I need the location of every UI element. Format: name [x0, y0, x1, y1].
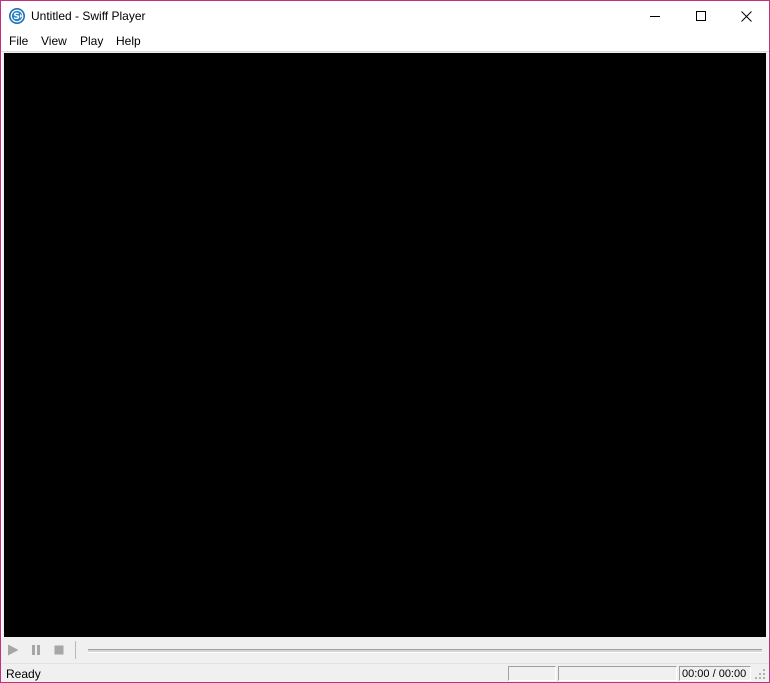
maximize-button[interactable] — [678, 1, 724, 31]
controls-divider — [75, 641, 76, 659]
status-panel-2 — [558, 666, 677, 681]
svg-text:S: S — [13, 12, 19, 22]
status-bar: Ready 00:00 / 00:00 — [1, 663, 769, 682]
minimize-icon — [650, 16, 660, 17]
video-frame — [2, 52, 768, 638]
video-canvas[interactable] — [4, 53, 766, 637]
status-panel-1 — [508, 666, 556, 681]
close-button[interactable] — [723, 1, 769, 31]
pause-icon — [32, 645, 40, 655]
minimize-button[interactable] — [632, 1, 678, 31]
stop-icon — [54, 645, 64, 655]
stop-button[interactable] — [52, 643, 66, 657]
status-text: Ready — [6, 667, 41, 681]
menu-help[interactable]: Help — [115, 34, 142, 48]
window-title: Untitled - Swiff Player — [31, 9, 146, 23]
menu-file[interactable]: File — [8, 34, 29, 48]
close-icon — [740, 10, 752, 22]
menu-bar: File View Play Help — [1, 31, 769, 51]
resize-grip-icon[interactable] — [754, 668, 766, 680]
playback-controls — [1, 638, 769, 663]
app-window: S Untitled - Swiff Player File View Play — [0, 0, 770, 683]
maximize-icon — [696, 11, 706, 21]
swiff-player-icon[interactable]: S — [9, 8, 25, 24]
pause-button[interactable] — [29, 643, 43, 657]
time-readout: 00:00 / 00:00 — [682, 668, 747, 680]
menu-view[interactable]: View — [40, 34, 68, 48]
title-bar[interactable]: S Untitled - Swiff Player — [1, 1, 769, 31]
seek-bar[interactable] — [88, 649, 762, 653]
play-button[interactable] — [6, 643, 20, 657]
play-icon — [8, 644, 19, 656]
menu-play[interactable]: Play — [79, 34, 104, 48]
